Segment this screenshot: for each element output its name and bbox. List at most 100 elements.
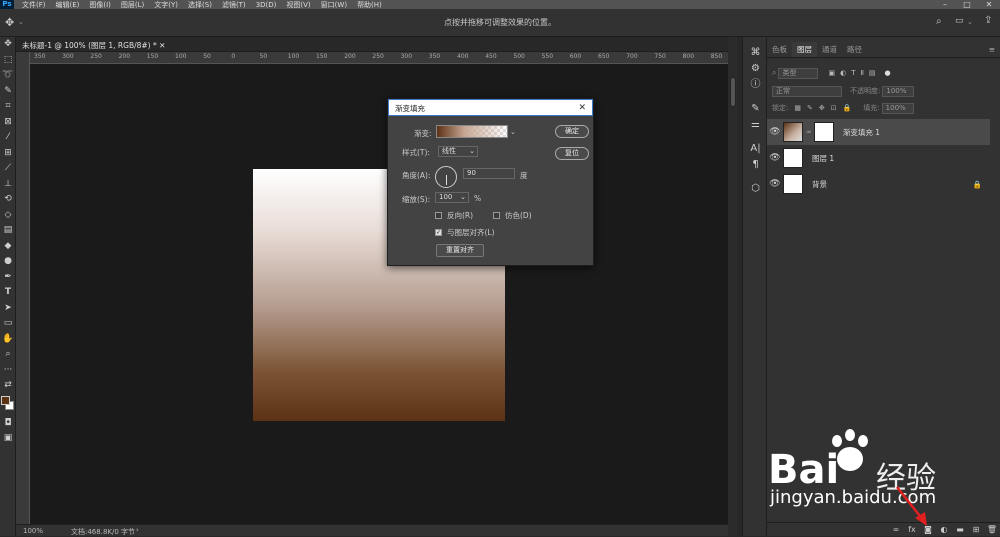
eyedropper-tool-icon[interactable]: ⁄: [0, 130, 16, 146]
ruler-tick-label: 300: [400, 53, 413, 60]
layer-name[interactable]: 背景: [812, 179, 827, 190]
dither-label[interactable]: 仿色(D): [505, 210, 532, 221]
lock-label: 锁定:: [772, 104, 789, 112]
close-tab-icon[interactable]: ✕: [159, 41, 165, 50]
history-icon[interactable]: ⌘: [743, 45, 768, 61]
delete-layer-icon[interactable]: 🗑: [984, 525, 1000, 534]
gradient-swatch[interactable]: [436, 125, 508, 138]
ruler-tick-label: 200: [118, 53, 131, 60]
frame-tool-icon[interactable]: ⊠: [0, 115, 16, 131]
stamp-tool-icon[interactable]: ⊥: [0, 177, 16, 193]
lasso-tool-icon[interactable]: ➰: [0, 68, 16, 84]
reset-align-button[interactable]: 重置对齐: [436, 244, 484, 257]
ruler-tick-label: 550: [541, 53, 554, 60]
status-arrow-icon[interactable]: ›: [136, 526, 139, 534]
history-brush-icon[interactable]: ⟲: [0, 192, 16, 208]
dialog-titlebar[interactable]: 渐变填充 ✕: [388, 99, 593, 116]
lock-icons[interactable]: ▦✎✥⊡🔒: [794, 104, 857, 112]
info-icon[interactable]: ⓘ: [743, 77, 768, 93]
close-icon[interactable]: ✕: [578, 100, 586, 117]
status-bar: 100% 文档:468.8K/0 字节 ›: [16, 524, 728, 536]
tab-layers[interactable]: 图层: [792, 42, 817, 57]
properties-icon[interactable]: ⚙: [743, 61, 768, 77]
new-layer-icon[interactable]: ⊞: [968, 525, 984, 534]
3d-icon[interactable]: ⬡: [743, 181, 768, 197]
tab-channels[interactable]: 通道: [817, 42, 842, 57]
search-icon[interactable]: ⌕: [936, 16, 942, 27]
style-select[interactable]: 线性 ⌄: [438, 146, 478, 157]
zoom-level[interactable]: 100%: [23, 527, 43, 535]
layer-row[interactable]: 👁 图层 1: [767, 145, 990, 171]
tab-paths[interactable]: 路径: [842, 42, 867, 57]
ruler-tick-label: 0: [231, 53, 236, 60]
layer-mask-thumbnail[interactable]: [813, 122, 834, 142]
dodge-tool-icon[interactable]: ●: [0, 254, 16, 270]
screen-mode-icon[interactable]: ▣: [0, 431, 16, 447]
eraser-tool-icon[interactable]: ◇: [0, 208, 16, 224]
filter-kind-select[interactable]: 类型: [778, 67, 819, 79]
foreground-color-swatch[interactable]: [1, 395, 10, 405]
pen-tool-icon[interactable]: ✒: [0, 270, 16, 286]
shape-tool-icon[interactable]: ▭: [0, 316, 16, 332]
vertical-scrollbar[interactable]: [728, 37, 738, 536]
layer-row[interactable]: 👁 背景 🔒: [767, 171, 990, 197]
visibility-eye-icon[interactable]: 👁: [767, 127, 783, 137]
reverse-checkbox[interactable]: [435, 212, 442, 219]
align-checkbox[interactable]: ✓: [435, 229, 442, 236]
panel-menu-icon[interactable]: ≡: [984, 42, 1000, 57]
gradient-label: 渐变:: [414, 129, 432, 138]
brush-settings-icon[interactable]: ✎: [743, 101, 768, 117]
gradient-chevron-icon[interactable]: ⌄: [510, 128, 516, 136]
workspace-chevron-icon[interactable]: ⌄: [967, 18, 973, 26]
visibility-eye-icon[interactable]: 👁: [767, 179, 783, 189]
move-tool-icon[interactable]: ✥: [0, 37, 16, 53]
workspace-icon[interactable]: ▭: [955, 16, 964, 26]
layer-name[interactable]: 渐变填充 1: [843, 127, 880, 138]
menu-3d[interactable]: 3D(D): [256, 1, 277, 9]
gradient-tool-icon[interactable]: ▤: [0, 223, 16, 239]
quick-mask-icon[interactable]: ◘: [0, 416, 16, 432]
filter-toggle-icon[interactable]: ●: [885, 69, 891, 77]
maximize-icon[interactable]: □: [956, 0, 978, 9]
paragraph-icon[interactable]: ¶: [743, 157, 768, 173]
dither-checkbox[interactable]: [493, 212, 500, 219]
healing-tool-icon[interactable]: ⊞: [0, 146, 16, 162]
edit-toolbar-icon[interactable]: ⇄: [0, 378, 16, 394]
path-select-tool-icon[interactable]: ➤: [0, 301, 16, 317]
layer-row[interactable]: 👁 ∞ 渐变填充 1: [767, 119, 990, 145]
new-group-icon[interactable]: ▬: [952, 525, 968, 534]
marquee-tool-icon[interactable]: ⬚: [0, 53, 16, 69]
reset-button[interactable]: 复位: [555, 147, 589, 160]
share-icon[interactable]: ⇪: [984, 15, 992, 26]
visibility-eye-icon[interactable]: 👁: [767, 153, 783, 163]
character-icon[interactable]: A|: [743, 141, 768, 157]
more-tools-icon[interactable]: ···: [0, 363, 16, 379]
align-label[interactable]: 与图层对齐(L): [447, 227, 495, 238]
quick-select-tool-icon[interactable]: ✎: [0, 84, 16, 100]
color-swatches[interactable]: [0, 394, 16, 416]
hand-tool-icon[interactable]: ✋: [0, 332, 16, 348]
layer-name[interactable]: 图层 1: [812, 153, 834, 164]
brush-tool-icon[interactable]: ⟋: [0, 161, 16, 177]
blur-tool-icon[interactable]: ◆: [0, 239, 16, 255]
crop-tool-icon[interactable]: ⌗: [0, 99, 16, 115]
document-tab[interactable]: 未标题-1 @ 100% (图层 1, RGB/8#) * ✕: [22, 40, 165, 51]
zoom-tool-icon[interactable]: ⌕: [0, 347, 16, 363]
layers-footer: ∞ fx ◙ ◐ ▬ ⊞ 🗑: [767, 522, 1000, 536]
type-tool-icon[interactable]: T: [0, 285, 16, 301]
fill-field[interactable]: 100%: [881, 102, 914, 114]
angle-field[interactable]: 90: [463, 168, 515, 179]
adjustments-icon[interactable]: ⚌: [743, 117, 768, 133]
tab-swatches[interactable]: 色板: [767, 42, 792, 57]
adjustment-layer-icon[interactable]: ◐: [936, 525, 952, 534]
blend-mode-select[interactable]: 正常: [772, 85, 842, 97]
angle-dial[interactable]: [435, 166, 457, 188]
filter-icons[interactable]: ▣◐TⅡ▤: [828, 69, 880, 77]
minimize-icon[interactable]: –: [934, 0, 956, 9]
opacity-field[interactable]: 100%: [882, 85, 915, 97]
link-icon[interactable]: ∞: [806, 128, 812, 136]
close-window-icon[interactable]: ✕: [978, 0, 1000, 9]
scale-field[interactable]: 100 ⌄: [435, 192, 469, 203]
ok-button[interactable]: 确定: [555, 125, 589, 138]
reverse-label[interactable]: 反向(R): [447, 210, 473, 221]
